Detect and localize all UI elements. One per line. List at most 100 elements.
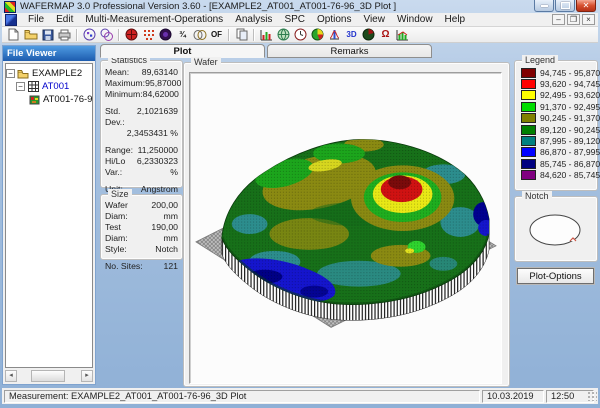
menu-analysis[interactable]: Analysis [229, 14, 278, 25]
statistics-groupbox: Statistics Mean: 89,63140 Maximum: 95,8700… [100, 55, 183, 194]
style-value: Notch [155, 244, 178, 254]
save-icon[interactable] [39, 28, 56, 42]
disk-map-dark-icon[interactable] [157, 28, 174, 42]
legend-swatch [521, 158, 536, 169]
wafer-3d-plot[interactable] [189, 72, 502, 384]
mean-label: Mean: [105, 67, 130, 77]
menu-view[interactable]: View [357, 14, 391, 25]
wafer-diam-label: Wafer Diam: [105, 200, 128, 221]
collapse-icon[interactable]: − [16, 82, 25, 91]
distribution-chart-icon[interactable] [326, 28, 343, 42]
omega-stats-icon[interactable]: Ω [377, 28, 394, 42]
plot-options-button[interactable]: Plot-Options [517, 268, 594, 284]
overlay-maps-icon[interactable] [191, 28, 208, 42]
hilo-value: 6,2330323 % [136, 156, 178, 177]
mdi-window-controls: – ❐ × [552, 14, 595, 25]
maximize-button[interactable] [555, 0, 575, 12]
toolbar-separator [118, 28, 120, 41]
menu-options[interactable]: Options [311, 14, 357, 25]
site-map-red-icon[interactable] [140, 28, 157, 42]
menu-edit[interactable]: Edit [50, 14, 79, 25]
new-document-icon[interactable] [5, 28, 22, 42]
status-date: 10.03.2019 [482, 389, 544, 403]
tab-remarks[interactable]: Remarks [267, 44, 432, 58]
range-value: 11,250000 [137, 145, 178, 155]
wafer-groupbox: Wafer [183, 57, 510, 387]
legend-swatch [521, 101, 536, 112]
legend-swatch [521, 79, 536, 90]
fraction-icon[interactable]: ¾ [174, 28, 191, 42]
app-icon [4, 0, 16, 13]
legend-swatch [521, 147, 536, 158]
legend-entry: 90,245 - 91,370 [515, 113, 600, 124]
status-bar: Measurement: EXAMPLE2_AT001_AT001-76-96_… [2, 388, 598, 404]
scroll-left-icon[interactable]: ◂ [5, 369, 17, 382]
legend-swatch [521, 113, 536, 124]
tree-item-at001[interactable]: − AT001 [6, 80, 92, 93]
legend-swatch [521, 136, 536, 147]
mdi-minimize-button[interactable]: – [552, 14, 565, 25]
trend-chart-icon[interactable] [394, 28, 411, 42]
close-button[interactable]: ✕ [576, 0, 596, 12]
legend-entry: 93,620 - 94,745 [515, 78, 600, 90]
wafer-stack-purple-icon[interactable] [98, 28, 115, 42]
file-viewer-hscrollbar[interactable]: ◂ ▸ [5, 369, 93, 382]
sphere-chart-icon[interactable] [360, 28, 377, 42]
toolbar-separator [76, 28, 78, 41]
legend-swatch [521, 124, 536, 135]
size-title: Size [108, 189, 132, 199]
tree-item-example2[interactable]: − EXAMPLE2 [6, 67, 92, 80]
copy-icon[interactable] [233, 28, 250, 42]
of-map-icon[interactable]: OF [208, 28, 225, 42]
maximum-label: Maximum: [105, 78, 146, 88]
mdi-close-button[interactable]: × [582, 14, 595, 25]
legend-entry: 86,870 - 87,995 [515, 147, 600, 158]
file-viewer-panel: File Viewer − EXAMPLE2 − AT001 AT001-76-… [2, 45, 96, 385]
tree-item-label: AT001-76-9 [43, 94, 93, 105]
legend-entry: 89,120 - 90,245 [515, 124, 600, 135]
pie-chart-icon[interactable] [309, 28, 326, 42]
stddev-label: Std. Dev.: [105, 106, 125, 127]
print-icon[interactable] [56, 28, 73, 42]
clock-chart-icon[interactable] [292, 28, 309, 42]
contour-map-red-icon[interactable] [123, 28, 140, 42]
mdi-restore-button[interactable]: ❐ [567, 14, 580, 25]
3d-plot-icon[interactable]: 3D [343, 28, 360, 42]
scrollbar-thumb[interactable] [31, 369, 65, 382]
notch-title: Notch [522, 191, 552, 201]
menu-window[interactable]: Window [391, 14, 439, 25]
menu-file[interactable]: File [22, 14, 50, 25]
sites-value: 121 [163, 261, 179, 271]
menu-spc[interactable]: SPC [278, 14, 311, 25]
minimum-label: Minimum: [105, 89, 143, 99]
resize-grip[interactable] [587, 391, 597, 401]
wafer-diam-value: 200,00 mm [151, 200, 178, 221]
histogram-icon[interactable] [258, 28, 275, 42]
style-label: Style: [105, 244, 127, 254]
size-groupbox: Size Wafer Diam: 200,00 mm Test Diam: 190,… [100, 189, 183, 271]
maximize-icon [560, 2, 570, 9]
sites-label: No. Sites: [105, 261, 143, 271]
scroll-right-icon[interactable]: ▸ [81, 369, 93, 382]
legend-entry: 94,745 - 95,870 [515, 67, 600, 78]
status-measurement: Measurement: EXAMPLE2_AT001_AT001-76-96_… [4, 389, 480, 403]
globe-chart-icon[interactable] [275, 28, 292, 42]
folder-icon [17, 69, 29, 79]
open-folder-icon[interactable] [22, 28, 39, 42]
tab-plot[interactable]: Plot [100, 44, 265, 58]
wafer-map-purple-icon[interactable] [81, 28, 98, 42]
tree-item-at001-76-96[interactable]: AT001-76-9 [6, 93, 92, 106]
test-diam-label: Test Diam: [105, 222, 128, 243]
stddev-percent-value: 2,3453431 % [126, 128, 178, 138]
legend-entry: 91,370 - 92,495 [515, 101, 600, 112]
legend-entry: 92,495 - 93,620 [515, 90, 600, 101]
legend-entry: 84,620 - 85,745 [515, 170, 600, 181]
minimize-button[interactable] [534, 0, 554, 12]
collapse-icon[interactable]: − [6, 69, 15, 78]
notch-diagram [529, 214, 581, 246]
menu-help[interactable]: Help [439, 14, 472, 25]
menu-multi-measurement-operations[interactable]: Multi-Measurement-Operations [79, 14, 229, 25]
document-icon [5, 13, 17, 26]
wafer-map-icon [28, 95, 40, 105]
menu-bar: File Edit Multi-Measurement-Operations A… [2, 13, 598, 27]
